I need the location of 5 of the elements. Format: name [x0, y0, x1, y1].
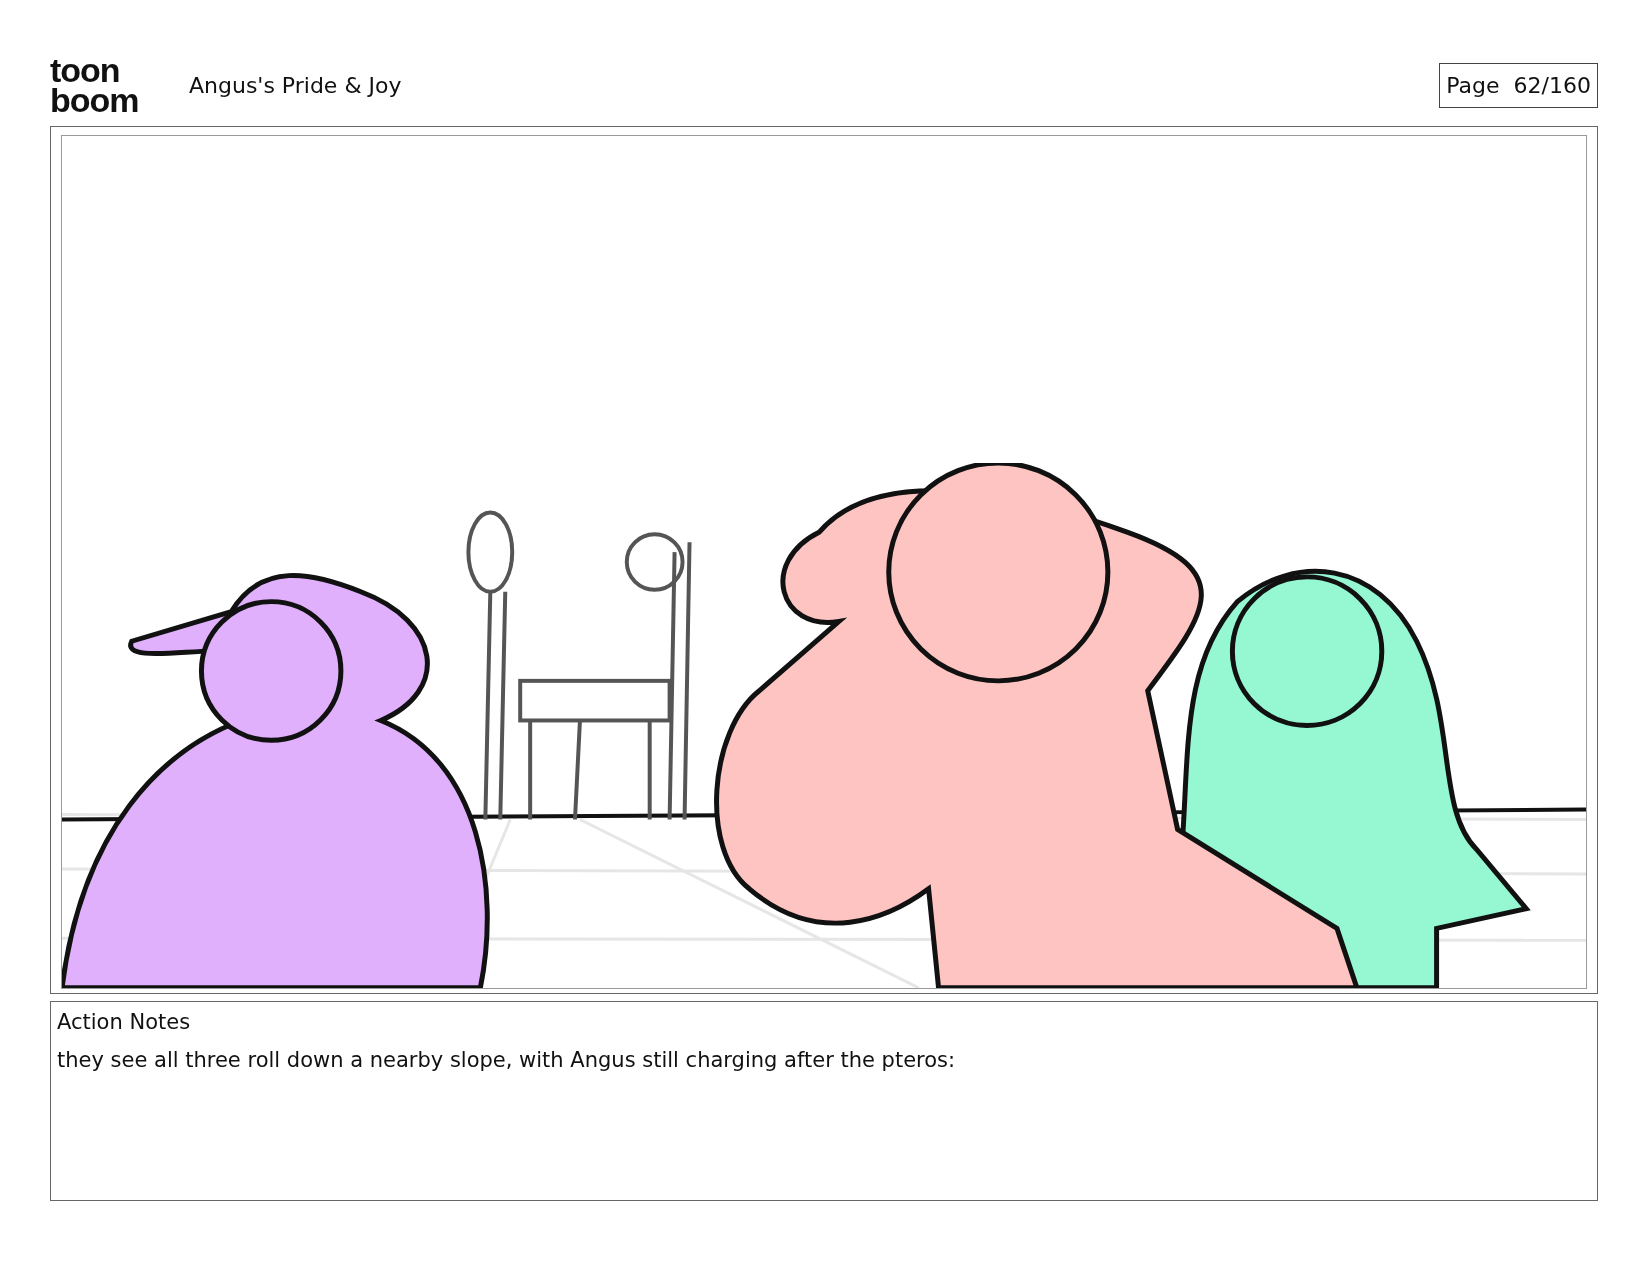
notes-heading: Action Notes [57, 1010, 192, 1034]
logo: toon boom [50, 55, 140, 115]
notes-text: they see all three roll down a nearby slope, with Angus still charging after the pteros: [57, 1048, 957, 1072]
page-number: Page 62/160 [1439, 62, 1598, 108]
project-title: Angus's Pride & Joy [189, 72, 403, 98]
